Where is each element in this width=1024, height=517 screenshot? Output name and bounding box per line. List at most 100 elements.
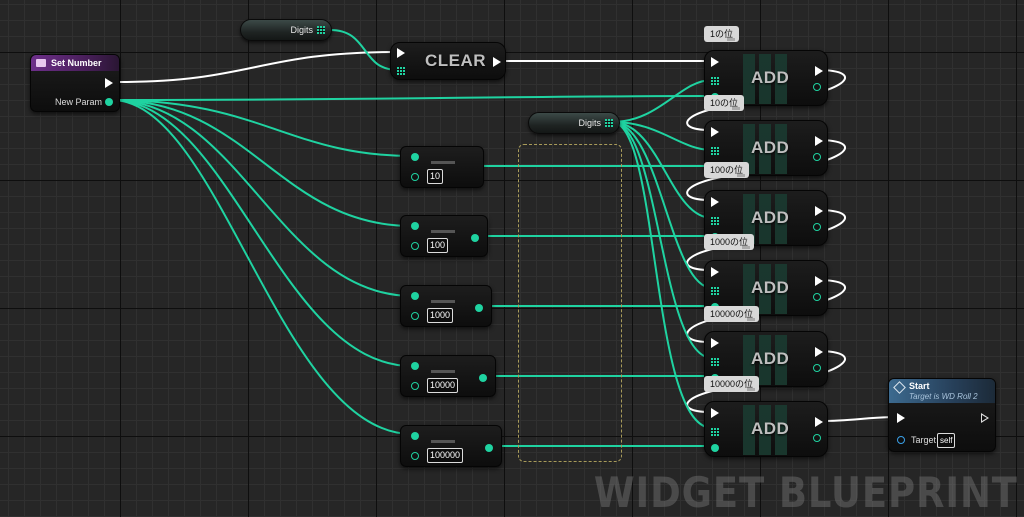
math-input-pin-2[interactable] — [411, 173, 419, 181]
node-comment-bubble[interactable]: 1000の位 — [704, 234, 755, 250]
add-exec-out-pin[interactable] — [815, 347, 823, 357]
add-target-array-icon[interactable] — [711, 147, 719, 155]
math-value-box[interactable]: 10000 — [427, 378, 459, 393]
add-exec-in-pin[interactable] — [711, 127, 719, 137]
wire-param-to-math2 — [111, 99, 413, 227]
set-number-node[interactable]: Set Number New Param — [30, 54, 120, 112]
function-diamond-icon — [893, 381, 906, 394]
add-target-array-icon[interactable] — [711, 287, 719, 295]
widget-blueprint-watermark: WIDGET BLUEPRINT — [593, 468, 1018, 517]
add-exec-out-pin[interactable] — [815, 417, 823, 427]
math-value-box[interactable]: 10 — [427, 169, 444, 184]
add-target-array-icon[interactable] — [711, 217, 719, 225]
new-param-pin[interactable] — [105, 98, 113, 106]
clear-node[interactable]: CLEAR — [390, 42, 506, 80]
add-item-pin[interactable] — [711, 444, 719, 452]
math-input-pin[interactable] — [411, 432, 419, 440]
digits-variable-node-1[interactable]: Digits — [240, 19, 332, 41]
start-exec-in-pin[interactable] — [897, 413, 905, 423]
add-index-out-pin[interactable] — [813, 83, 821, 91]
add-exec-in-pin[interactable] — [711, 57, 719, 67]
start-header: Start Target is WD Roll 2 — [889, 379, 995, 403]
math-node-3[interactable]: 1000 — [400, 285, 492, 327]
math-node-2[interactable]: 100 — [400, 215, 488, 257]
add-index-out-pin[interactable] — [813, 434, 821, 442]
node-comment-bubble[interactable]: 10000の位 — [704, 306, 760, 322]
math-value-box[interactable]: 100000 — [427, 448, 464, 463]
array-grid-icon[interactable] — [605, 119, 613, 127]
add-exec-out-pin[interactable] — [815, 136, 823, 146]
math-input-pin-2[interactable] — [411, 242, 419, 250]
math-input-pin[interactable] — [411, 222, 419, 230]
math-node-5[interactable]: 100000 — [400, 425, 502, 467]
math-input-pin[interactable] — [411, 292, 419, 300]
start-target-value[interactable]: self — [937, 433, 956, 448]
math-operator-icon — [431, 230, 455, 233]
add-target-array-icon[interactable] — [711, 428, 719, 436]
add-target-array-icon[interactable] — [711, 77, 719, 85]
math-input-pin[interactable] — [411, 362, 419, 370]
start-subtitle: Target is WD Roll 2 — [909, 392, 978, 401]
math-input-pin-2[interactable] — [411, 382, 419, 390]
math-input-pin-2[interactable] — [411, 312, 419, 320]
add-exec-out-pin[interactable] — [815, 206, 823, 216]
start-exec-out-pin[interactable] — [981, 413, 989, 423]
exec-wire-add6-to-start — [821, 416, 897, 422]
math-operator-icon — [431, 370, 455, 373]
node-comment-bubble[interactable]: 1の位 — [704, 26, 740, 42]
math-value-box[interactable]: 100 — [427, 238, 449, 253]
add-index-out-pin[interactable] — [813, 293, 821, 301]
set-number-header: Set Number — [31, 55, 119, 71]
add-index-out-pin[interactable] — [813, 364, 821, 372]
wire-digits-to-clear — [329, 29, 399, 71]
math-output-pin[interactable] — [485, 444, 493, 452]
add-exec-in-pin[interactable] — [711, 338, 719, 348]
add-label: ADD — [751, 208, 790, 227]
math-output-pin[interactable] — [475, 304, 483, 312]
wire-param-to-math3 — [111, 99, 413, 297]
digits-variable-node-2[interactable]: Digits — [528, 112, 620, 134]
comment-box[interactable] — [518, 144, 622, 462]
add-exec-in-pin[interactable] — [711, 197, 719, 207]
wire-param-to-math5 — [111, 99, 413, 435]
node-comment-bubble[interactable]: 100の位 — [704, 162, 750, 178]
node-comment-bubble[interactable]: 10の位 — [704, 95, 745, 111]
math-value-box[interactable]: 1000 — [427, 308, 454, 323]
digits-label: Digits — [290, 25, 313, 35]
set-number-title: Set Number — [51, 58, 102, 68]
math-input-pin-2[interactable] — [411, 452, 419, 460]
wire-layer — [111, 29, 897, 448]
new-param-label: New Param — [55, 97, 103, 107]
wire-digits2-to-add2 — [611, 121, 713, 151]
add-node-6[interactable]: ADD — [704, 401, 828, 457]
exec-wire-set-to-clear — [119, 51, 397, 83]
wire-digits2-to-add5 — [611, 121, 713, 359]
add-index-out-pin[interactable] — [813, 153, 821, 161]
wire-digits2-to-add3 — [611, 121, 713, 219]
add-exec-in-pin[interactable] — [711, 267, 719, 277]
math-node-1[interactable]: 10 — [400, 146, 484, 188]
digits-label: Digits — [578, 118, 601, 128]
node-comment-bubble[interactable]: 10000の位 — [704, 376, 760, 392]
math-operator-icon — [431, 300, 455, 303]
math-node-4[interactable]: 10000 — [400, 355, 496, 397]
exec-out-pin[interactable] — [105, 78, 113, 88]
math-output-pin[interactable] — [479, 374, 487, 382]
clear-exec-in-pin[interactable] — [397, 48, 405, 58]
add-label: ADD — [751, 68, 790, 87]
add-exec-out-pin[interactable] — [815, 66, 823, 76]
start-function-node[interactable]: Start Target is WD Roll 2 Target self — [888, 378, 996, 452]
add-exec-out-pin[interactable] — [815, 276, 823, 286]
start-target-pin[interactable] — [897, 436, 905, 444]
wire-param-to-add1 — [111, 95, 713, 101]
clear-target-array-icon[interactable] — [397, 67, 405, 75]
array-grid-icon[interactable] — [317, 26, 325, 34]
clear-exec-out-pin[interactable] — [493, 57, 501, 67]
clear-label: CLEAR — [425, 51, 487, 70]
add-exec-in-pin[interactable] — [711, 408, 719, 418]
math-output-pin[interactable] — [471, 234, 479, 242]
math-input-pin[interactable] — [411, 153, 419, 161]
add-index-out-pin[interactable] — [813, 223, 821, 231]
add-label: ADD — [751, 278, 790, 297]
add-target-array-icon[interactable] — [711, 358, 719, 366]
